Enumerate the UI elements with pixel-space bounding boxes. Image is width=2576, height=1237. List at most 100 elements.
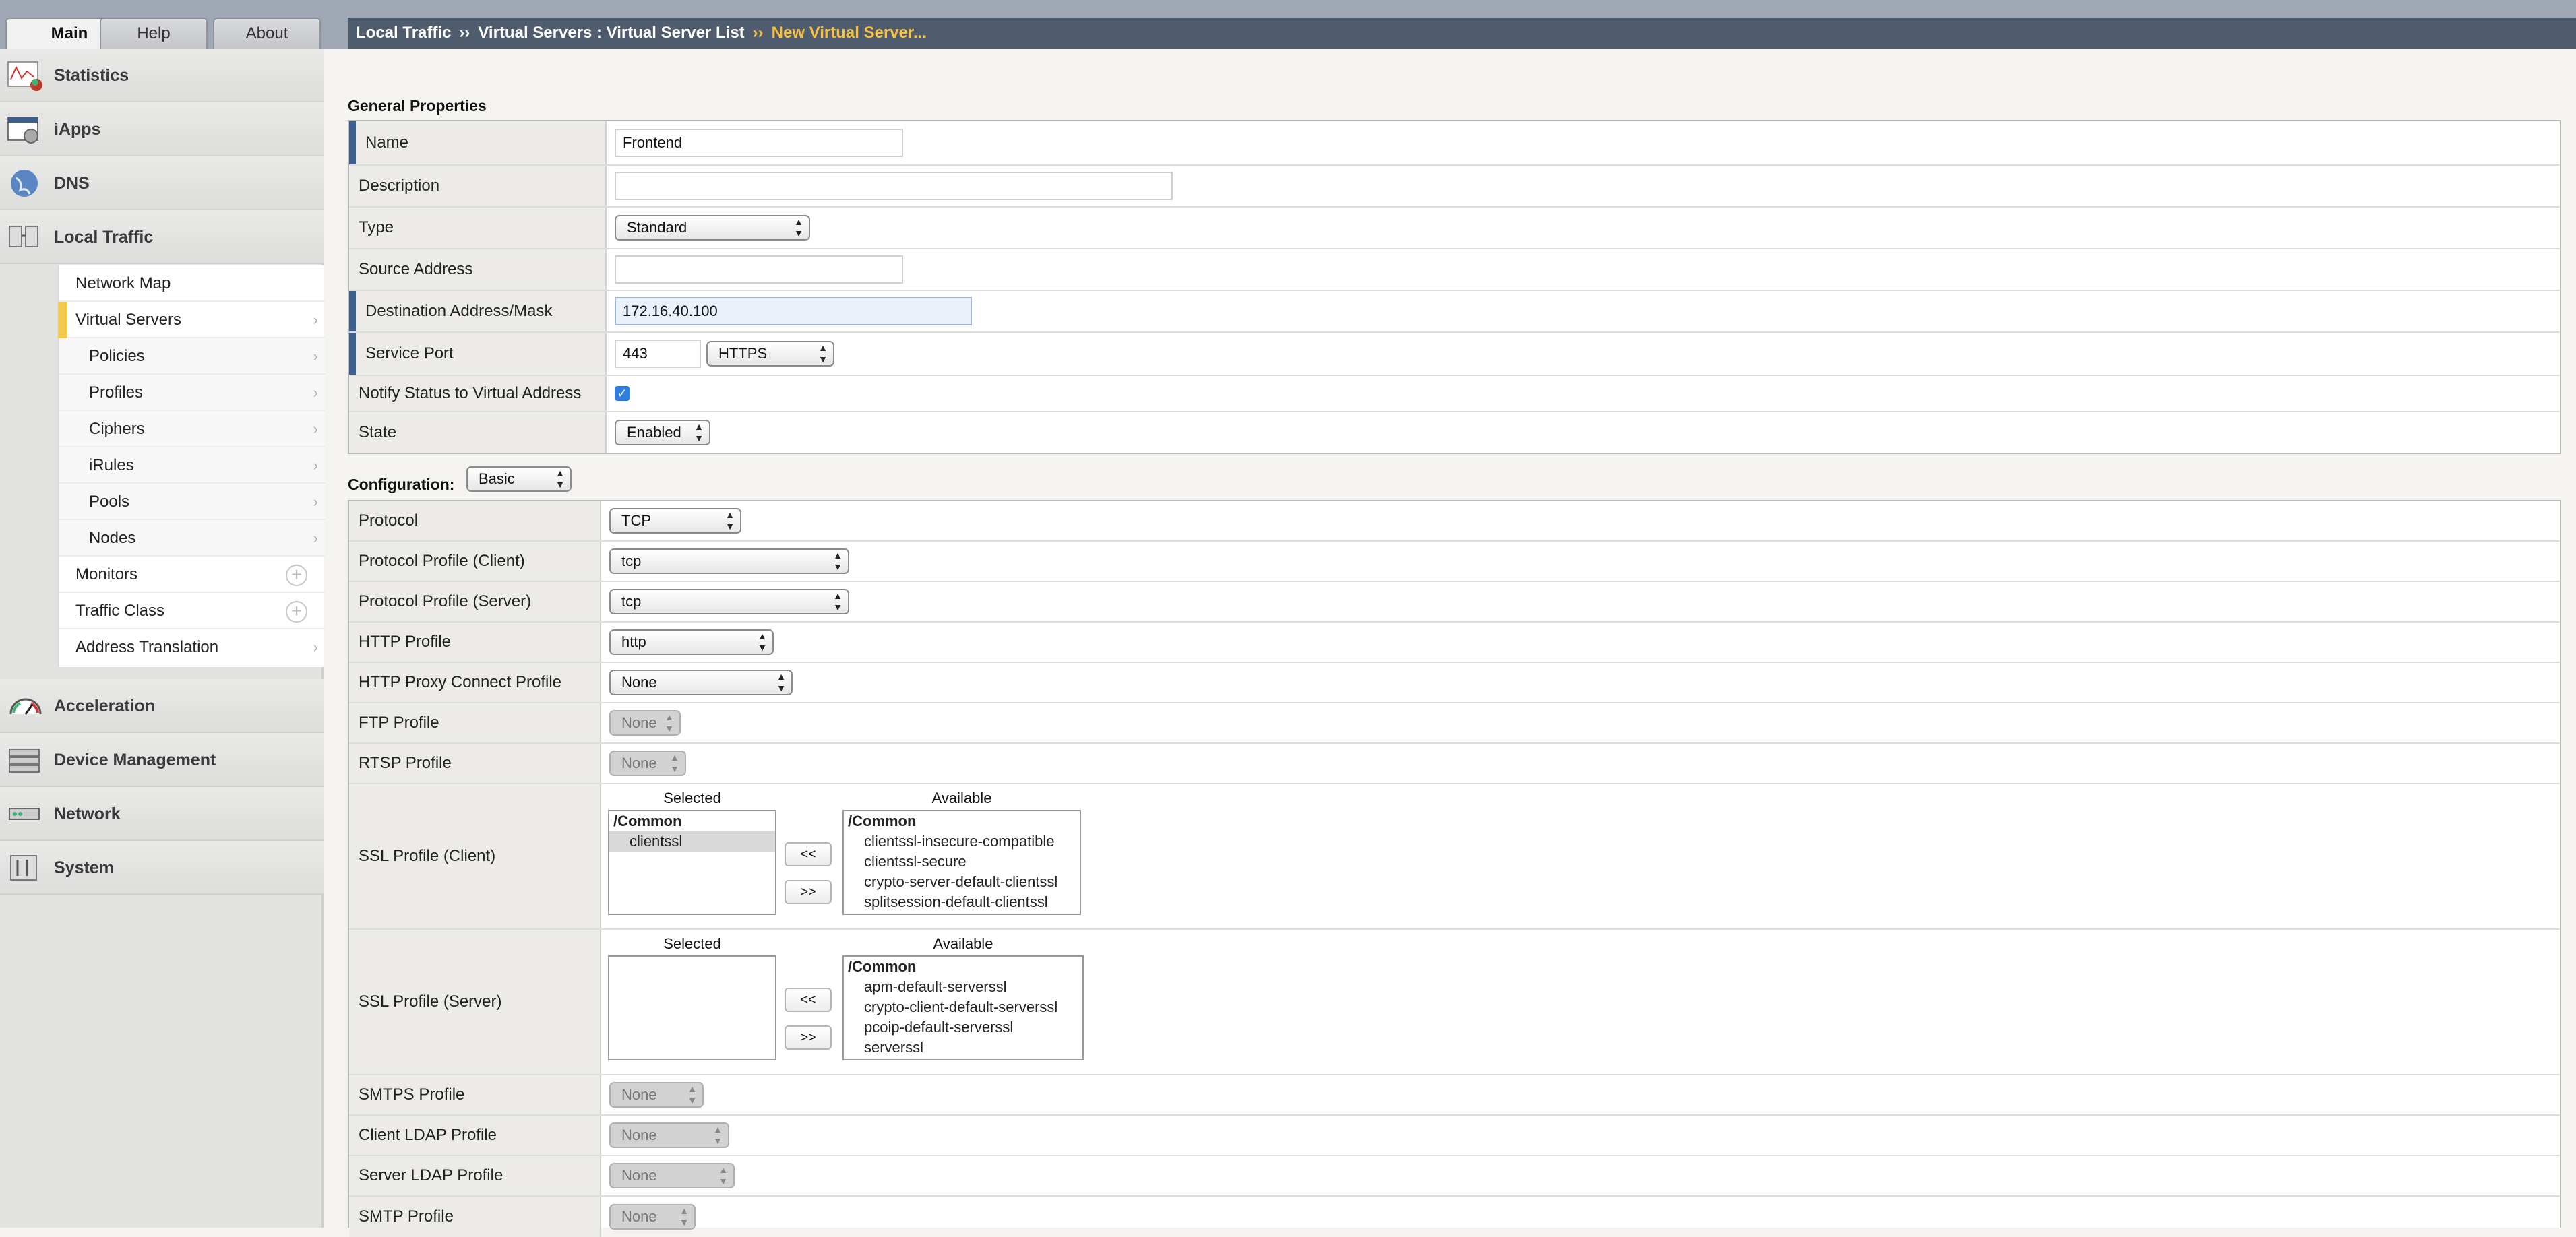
chevron-right-icon: ›: [313, 639, 318, 656]
ssl-server-selected-list[interactable]: [608, 955, 776, 1060]
nav-iapps[interactable]: iApps: [0, 102, 324, 156]
protocol-select-value: TCP: [621, 512, 651, 529]
nav-local-traffic[interactable]: Local Traffic: [0, 210, 324, 264]
breadcrumb-separator: ››: [752, 24, 764, 42]
dns-globe-icon: [11, 170, 38, 197]
notify-status-label: Notify Status to Virtual Address: [349, 376, 607, 411]
move-right-button[interactable]: >>: [785, 880, 832, 904]
protocol-profile-server-value: tcp: [621, 593, 642, 610]
list-item[interactable]: clientssl-secure: [844, 852, 1080, 872]
sidebar-item-nodes[interactable]: Nodes ›: [59, 520, 325, 557]
service-port-select[interactable]: HTTPS ▲ ▼: [706, 341, 834, 367]
breadcrumb-local-traffic[interactable]: Local Traffic: [356, 24, 451, 42]
row-server-ldap-profile: Server LDAP Profile None ▲ ▼: [349, 1156, 2560, 1197]
protocol-label: Protocol: [349, 501, 601, 540]
smtps-profile-value: None: [621, 1086, 657, 1103]
ssl-profile-client-label: SSL Profile (Client): [349, 784, 601, 928]
protocol-select[interactable]: TCP ▲ ▼: [609, 508, 741, 534]
list-item[interactable]: crypto-client-default-serverssl: [844, 997, 1082, 1017]
description-input[interactable]: [615, 172, 1173, 200]
row-rtsp-profile: RTSP Profile None ▲ ▼: [349, 744, 2560, 784]
row-protocol: Protocol TCP ▲ ▼: [349, 501, 2560, 542]
service-port-input[interactable]: [615, 340, 701, 368]
move-left-button[interactable]: <<: [785, 988, 832, 1012]
http-profile-select[interactable]: http ▲ ▼: [609, 629, 774, 655]
ssl-client-selected-list[interactable]: /Common clientssl: [608, 810, 776, 915]
list-item[interactable]: serverssl: [844, 1038, 1082, 1058]
nav-device-management[interactable]: Device Management: [0, 733, 324, 787]
sidebar-item-label: Virtual Servers: [75, 311, 181, 329]
select-arrows-icon: ▲ ▼: [687, 1083, 697, 1106]
smtp-profile-value: None: [621, 1208, 657, 1225]
smtp-profile-select: None ▲ ▼: [609, 1204, 696, 1230]
nav-local-traffic-label: Local Traffic: [54, 228, 154, 247]
list-item[interactable]: clientssl: [609, 831, 775, 852]
nav-iapps-label: iApps: [54, 120, 101, 139]
move-right-button[interactable]: >>: [785, 1025, 832, 1050]
select-arrows-icon: ▲ ▼: [713, 1124, 723, 1146]
sidebar-item-address-translation[interactable]: Address Translation ›: [59, 629, 325, 666]
row-type: Type Standard ▲ ▼: [349, 208, 2560, 249]
destination-address-input[interactable]: [615, 297, 972, 325]
row-smtp-profile: SMTP Profile None ▲ ▼: [349, 1197, 2560, 1237]
type-select[interactable]: Standard ▲ ▼: [615, 215, 810, 241]
nav-acceleration-label: Acceleration: [54, 697, 156, 716]
list-item[interactable]: apm-default-serverssl: [844, 977, 1082, 997]
row-client-ldap-profile: Client LDAP Profile None ▲ ▼: [349, 1116, 2560, 1156]
http-proxy-connect-profile-value: None: [621, 674, 657, 691]
list-item[interactable]: splitsession-default-clientssl: [844, 892, 1080, 912]
nav-device-management-label: Device Management: [54, 751, 216, 769]
http-profile-label: HTTP Profile: [349, 623, 601, 662]
configuration-mode-select[interactable]: Basic ▲ ▼: [466, 466, 572, 492]
select-arrows-icon: ▲ ▼: [694, 421, 704, 443]
sidebar-item-label: Nodes: [89, 529, 136, 547]
tab-about[interactable]: About: [213, 18, 321, 49]
nav-network[interactable]: Network: [0, 787, 324, 841]
configuration-title: Configuration:: [348, 476, 455, 493]
type-label: Type: [349, 208, 607, 248]
move-left-button[interactable]: <<: [785, 842, 832, 866]
add-circle-icon[interactable]: +: [286, 601, 307, 623]
nav-statistics[interactable]: Statistics: [0, 49, 324, 102]
sidebar-item-irules[interactable]: iRules ›: [59, 447, 325, 484]
select-arrows-icon: ▲ ▼: [794, 216, 803, 239]
notify-status-checkbox[interactable]: ✓: [615, 386, 630, 401]
nav-dns[interactable]: DNS: [0, 156, 324, 210]
ssl-server-available-list[interactable]: /Common apm-default-serverssl crypto-cli…: [842, 955, 1084, 1060]
sidebar-item-virtual-servers[interactable]: Virtual Servers ›: [58, 302, 325, 338]
sidebar-item-policies[interactable]: Policies ›: [59, 338, 325, 375]
sidebar-item-label: iRules: [89, 456, 134, 474]
local-traffic-submenu: Network Map Virtual Servers › Policies ›…: [58, 265, 325, 667]
sidebar-item-ciphers[interactable]: Ciphers ›: [59, 411, 325, 447]
http-profile-value: http: [621, 633, 646, 650]
nav-acceleration[interactable]: Acceleration: [0, 679, 324, 733]
list-item[interactable]: crypto-server-default-clientssl: [844, 872, 1080, 892]
destination-address-label: Destination Address/Mask: [349, 291, 607, 331]
chevron-right-icon: ›: [313, 348, 318, 364]
tab-help[interactable]: Help: [100, 18, 208, 49]
row-ssl-profile-server: SSL Profile (Server) Selected << >> Avai…: [349, 930, 2560, 1075]
select-arrows-icon: ▲ ▼: [679, 1205, 689, 1228]
sidebar-item-profiles[interactable]: Profiles ›: [59, 375, 325, 411]
add-circle-icon[interactable]: +: [286, 565, 307, 586]
nav-system[interactable]: System: [0, 841, 324, 895]
protocol-profile-server-select[interactable]: tcp ▲ ▼: [609, 589, 849, 614]
state-select[interactable]: Enabled ▲ ▼: [615, 420, 710, 445]
http-proxy-connect-profile-select[interactable]: None ▲ ▼: [609, 670, 793, 695]
name-input[interactable]: [615, 129, 903, 157]
sidebar-item-monitors[interactable]: Monitors +: [59, 557, 325, 593]
sidebar-item-pools[interactable]: Pools ›: [59, 484, 325, 520]
sidebar-item-network-map[interactable]: Network Map: [59, 265, 325, 302]
description-label: Description: [349, 166, 607, 206]
chevron-right-icon: ›: [313, 457, 318, 474]
select-arrows-icon: ▲ ▼: [555, 468, 565, 490]
breadcrumb-virtual-server-list[interactable]: Virtual Servers : Virtual Server List: [478, 24, 744, 42]
protocol-profile-client-select[interactable]: tcp ▲ ▼: [609, 548, 849, 574]
ssl-client-available-list[interactable]: /Common clientssl-insecure-compatible cl…: [842, 810, 1081, 915]
sidebar-item-traffic-class[interactable]: Traffic Class +: [59, 593, 325, 629]
list-item[interactable]: pcoip-default-serverssl: [844, 1017, 1082, 1038]
client-ldap-profile-value: None: [621, 1127, 657, 1143]
server-ldap-profile-value: None: [621, 1167, 657, 1184]
source-address-input[interactable]: [615, 255, 903, 284]
list-item[interactable]: clientssl-insecure-compatible: [844, 831, 1080, 852]
